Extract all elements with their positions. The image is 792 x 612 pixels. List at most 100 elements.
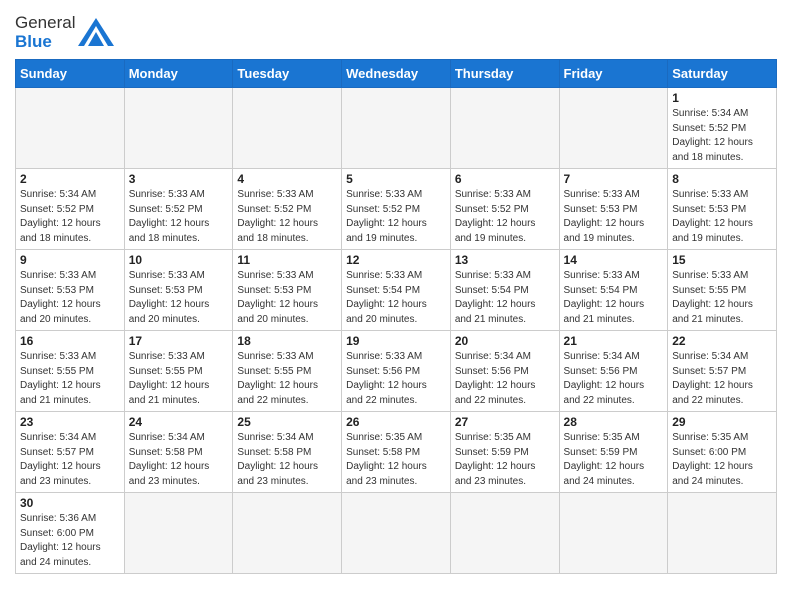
day-cell	[559, 88, 668, 169]
weekday-monday: Monday	[124, 60, 233, 88]
day-number: 30	[20, 496, 120, 510]
day-number: 19	[346, 334, 446, 348]
day-info: Sunrise: 5:34 AM Sunset: 5:57 PM Dayligh…	[20, 431, 120, 489]
day-info: Sunrise: 5:36 AM Sunset: 6:00 PM Dayligh…	[20, 512, 120, 570]
day-info: Sunrise: 5:33 AM Sunset: 5:53 PM Dayligh…	[237, 269, 337, 327]
calendar-table: SundayMondayTuesdayWednesdayThursdayFrid…	[15, 59, 777, 574]
weekday-wednesday: Wednesday	[342, 60, 451, 88]
day-cell	[124, 493, 233, 574]
day-number: 2	[20, 172, 120, 186]
day-info: Sunrise: 5:34 AM Sunset: 5:56 PM Dayligh…	[455, 350, 555, 408]
day-number: 1	[672, 91, 772, 105]
day-number: 20	[455, 334, 555, 348]
day-info: Sunrise: 5:33 AM Sunset: 5:52 PM Dayligh…	[346, 188, 446, 246]
day-number: 6	[455, 172, 555, 186]
day-cell	[342, 493, 451, 574]
day-info: Sunrise: 5:35 AM Sunset: 5:59 PM Dayligh…	[455, 431, 555, 489]
week-row-2: 2 Sunrise: 5:34 AM Sunset: 5:52 PM Daylig…	[16, 169, 777, 250]
day-cell: 13 Sunrise: 5:33 AM Sunset: 5:54 PM Dayli…	[450, 250, 559, 331]
day-number: 24	[129, 415, 229, 429]
header: General Blue	[15, 10, 777, 51]
week-row-1: 1 Sunrise: 5:34 AM Sunset: 5:52 PM Daylig…	[16, 88, 777, 169]
day-cell: 19 Sunrise: 5:33 AM Sunset: 5:56 PM Dayli…	[342, 331, 451, 412]
day-info: Sunrise: 5:33 AM Sunset: 5:53 PM Dayligh…	[564, 188, 664, 246]
day-info: Sunrise: 5:34 AM Sunset: 5:52 PM Dayligh…	[672, 107, 772, 165]
weekday-tuesday: Tuesday	[233, 60, 342, 88]
day-info: Sunrise: 5:33 AM Sunset: 5:53 PM Dayligh…	[672, 188, 772, 246]
day-number: 28	[564, 415, 664, 429]
day-info: Sunrise: 5:33 AM Sunset: 5:52 PM Dayligh…	[129, 188, 229, 246]
day-cell: 4 Sunrise: 5:33 AM Sunset: 5:52 PM Daylig…	[233, 169, 342, 250]
day-number: 27	[455, 415, 555, 429]
logo-general: General	[15, 13, 75, 32]
day-number: 5	[346, 172, 446, 186]
weekday-sunday: Sunday	[16, 60, 125, 88]
day-info: Sunrise: 5:35 AM Sunset: 5:58 PM Dayligh…	[346, 431, 446, 489]
day-cell: 15Sunrise: 5:33 AM Sunset: 5:55 PM Dayli…	[668, 250, 777, 331]
day-cell: 26 Sunrise: 5:35 AM Sunset: 5:58 PM Dayli…	[342, 412, 451, 493]
weekday-friday: Friday	[559, 60, 668, 88]
day-info: Sunrise: 5:34 AM Sunset: 5:57 PM Dayligh…	[672, 350, 772, 408]
day-number: 13	[455, 253, 555, 267]
weekday-header-row: SundayMondayTuesdayWednesdayThursdayFrid…	[16, 60, 777, 88]
logo-icon	[78, 18, 114, 46]
day-number: 17	[129, 334, 229, 348]
day-cell: 1 Sunrise: 5:34 AM Sunset: 5:52 PM Daylig…	[668, 88, 777, 169]
day-cell	[16, 88, 125, 169]
day-info: Sunrise: 5:35 AM Sunset: 6:00 PM Dayligh…	[672, 431, 772, 489]
day-cell: 7 Sunrise: 5:33 AM Sunset: 5:53 PM Daylig…	[559, 169, 668, 250]
day-number: 4	[237, 172, 337, 186]
day-number: 22	[672, 334, 772, 348]
day-cell: 3 Sunrise: 5:33 AM Sunset: 5:52 PM Daylig…	[124, 169, 233, 250]
day-cell: 29Sunrise: 5:35 AM Sunset: 6:00 PM Dayli…	[668, 412, 777, 493]
day-cell: 24 Sunrise: 5:34 AM Sunset: 5:58 PM Dayli…	[124, 412, 233, 493]
day-info: Sunrise: 5:33 AM Sunset: 5:55 PM Dayligh…	[20, 350, 120, 408]
day-info: Sunrise: 5:34 AM Sunset: 5:58 PM Dayligh…	[129, 431, 229, 489]
day-number: 10	[129, 253, 229, 267]
day-cell: 9Sunrise: 5:33 AM Sunset: 5:53 PM Daylig…	[16, 250, 125, 331]
day-number: 7	[564, 172, 664, 186]
day-number: 3	[129, 172, 229, 186]
day-cell: 14Sunrise: 5:33 AM Sunset: 5:54 PM Dayli…	[559, 250, 668, 331]
day-info: Sunrise: 5:33 AM Sunset: 5:54 PM Dayligh…	[564, 269, 664, 327]
day-cell: 16 Sunrise: 5:33 AM Sunset: 5:55 PM Dayli…	[16, 331, 125, 412]
day-cell: 5 Sunrise: 5:33 AM Sunset: 5:52 PM Daylig…	[342, 169, 451, 250]
week-row-6: 30 Sunrise: 5:36 AM Sunset: 6:00 PM Dayli…	[16, 493, 777, 574]
day-cell: 20 Sunrise: 5:34 AM Sunset: 5:56 PM Dayli…	[450, 331, 559, 412]
day-cell: 30 Sunrise: 5:36 AM Sunset: 6:00 PM Dayli…	[16, 493, 125, 574]
logo-blue: Blue	[15, 32, 52, 51]
day-number: 26	[346, 415, 446, 429]
day-info: Sunrise: 5:35 AM Sunset: 5:59 PM Dayligh…	[564, 431, 664, 489]
day-info: Sunrise: 5:33 AM Sunset: 5:56 PM Dayligh…	[346, 350, 446, 408]
weekday-thursday: Thursday	[450, 60, 559, 88]
day-number: 18	[237, 334, 337, 348]
logo: General Blue	[15, 14, 114, 51]
calendar-page: General Blue SundayMondayTuesdayWednesda…	[0, 0, 792, 589]
day-cell: 2 Sunrise: 5:34 AM Sunset: 5:52 PM Daylig…	[16, 169, 125, 250]
day-number: 11	[237, 253, 337, 267]
day-cell	[559, 493, 668, 574]
weekday-saturday: Saturday	[668, 60, 777, 88]
day-number: 21	[564, 334, 664, 348]
week-row-4: 16 Sunrise: 5:33 AM Sunset: 5:55 PM Dayli…	[16, 331, 777, 412]
day-number: 23	[20, 415, 120, 429]
day-cell	[450, 493, 559, 574]
day-info: Sunrise: 5:33 AM Sunset: 5:52 PM Dayligh…	[237, 188, 337, 246]
day-cell: 21 Sunrise: 5:34 AM Sunset: 5:56 PM Dayli…	[559, 331, 668, 412]
day-number: 8	[672, 172, 772, 186]
day-info: Sunrise: 5:34 AM Sunset: 5:56 PM Dayligh…	[564, 350, 664, 408]
day-cell	[342, 88, 451, 169]
week-row-5: 23 Sunrise: 5:34 AM Sunset: 5:57 PM Dayli…	[16, 412, 777, 493]
day-cell: 10Sunrise: 5:33 AM Sunset: 5:53 PM Dayli…	[124, 250, 233, 331]
day-cell: 28 Sunrise: 5:35 AM Sunset: 5:59 PM Dayli…	[559, 412, 668, 493]
day-cell: 11 Sunrise: 5:33 AM Sunset: 5:53 PM Dayli…	[233, 250, 342, 331]
day-info: Sunrise: 5:33 AM Sunset: 5:54 PM Dayligh…	[455, 269, 555, 327]
day-cell: 27 Sunrise: 5:35 AM Sunset: 5:59 PM Dayli…	[450, 412, 559, 493]
day-number: 16	[20, 334, 120, 348]
week-row-3: 9Sunrise: 5:33 AM Sunset: 5:53 PM Daylig…	[16, 250, 777, 331]
day-info: Sunrise: 5:33 AM Sunset: 5:55 PM Dayligh…	[129, 350, 229, 408]
day-number: 12	[346, 253, 446, 267]
day-info: Sunrise: 5:33 AM Sunset: 5:55 PM Dayligh…	[237, 350, 337, 408]
day-info: Sunrise: 5:34 AM Sunset: 5:52 PM Dayligh…	[20, 188, 120, 246]
day-info: Sunrise: 5:33 AM Sunset: 5:55 PM Dayligh…	[672, 269, 772, 327]
